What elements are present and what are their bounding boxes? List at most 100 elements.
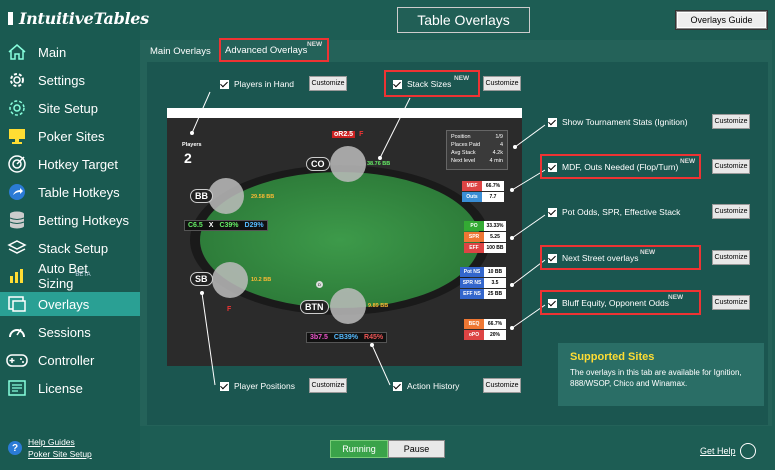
checkbox-checked-icon bbox=[548, 117, 557, 127]
sidebar-item-table-hotkeys[interactable]: Table Hotkeys bbox=[0, 180, 140, 204]
share-arrow-icon bbox=[6, 182, 28, 202]
new-badge: NEW bbox=[640, 249, 656, 256]
seat-bb bbox=[208, 178, 244, 214]
players-in-hand-checkbox[interactable]: Players in Hand bbox=[220, 79, 294, 89]
position-sb: SB bbox=[190, 272, 213, 286]
dealer-button: D bbox=[316, 281, 323, 288]
stack-bb: 29.58 BB bbox=[251, 194, 275, 200]
sidebar-item-controller[interactable]: Controller bbox=[0, 348, 140, 372]
new-badge: NEW bbox=[454, 75, 470, 82]
sidebar-item-settings[interactable]: Settings bbox=[0, 68, 140, 92]
tab-main-overlays[interactable]: Main Overlays bbox=[150, 40, 211, 62]
tournament-info-box: Position 1/9 Places Paid 4 Avg Stack 4.2k N… bbox=[446, 130, 508, 170]
sidebar-item-hotkey-target[interactable]: Hotkey Target bbox=[0, 152, 140, 176]
sidebar-item-poker-sites[interactable]: Poker Sites bbox=[0, 124, 140, 148]
checkbox-checked-icon bbox=[393, 79, 402, 89]
stack-sb: 10.2 BB bbox=[251, 277, 272, 283]
beta-badge: BETA bbox=[75, 272, 91, 278]
target-icon bbox=[6, 154, 28, 174]
supported-sites-box: Supported Sites The overlays in this tab… bbox=[558, 343, 764, 406]
sidebar-item-betting-hotkeys[interactable]: Betting Hotkeys bbox=[0, 208, 140, 232]
sidebar-item-main[interactable]: Main bbox=[0, 40, 140, 64]
pot-odds-checkbox[interactable]: Pot Odds, SPR, Effective Stack bbox=[548, 207, 680, 217]
pause-button[interactable]: Pause bbox=[388, 440, 445, 458]
next-street-badges: Pot NS 10 BB SPR NS 3.5 EFF NS 25 BB bbox=[460, 267, 506, 299]
poker-site-setup-link[interactable]: Poker Site Setup bbox=[28, 448, 92, 460]
get-help-link[interactable]: Get Help bbox=[700, 443, 756, 459]
sidebar-item-overlays[interactable]: Overlays bbox=[0, 292, 140, 316]
gamepad-icon bbox=[6, 350, 28, 370]
new-badge: NEW bbox=[680, 158, 696, 165]
pot-odds-badges: PO 33.33% SPR 5.25 EFF 100 BB bbox=[464, 221, 506, 253]
sidebar-item-site-setup[interactable]: Site Setup bbox=[0, 96, 140, 120]
checkbox-checked-icon bbox=[548, 162, 557, 172]
supported-sites-title: Supported Sites bbox=[570, 351, 655, 363]
stack-sizes-checkbox[interactable]: Stack Sizes bbox=[393, 79, 451, 89]
customize-players-in-hand-button[interactable]: Customize bbox=[309, 76, 347, 91]
customize-next-street-button[interactable]: Customize bbox=[712, 250, 750, 265]
gear-icon bbox=[6, 70, 28, 90]
next-street-checkbox[interactable]: Next Street overlays bbox=[548, 253, 639, 263]
sb-fold: F bbox=[227, 306, 232, 313]
checkbox-checked-icon bbox=[548, 298, 557, 308]
seat-co bbox=[330, 146, 366, 182]
seat-sb bbox=[212, 262, 248, 298]
bluff-equity-checkbox[interactable]: Bluff Equity, Opponent Odds bbox=[548, 298, 669, 308]
gauge-icon bbox=[6, 322, 28, 342]
new-badge: NEW bbox=[307, 41, 323, 48]
tournament-stats-checkbox[interactable]: Show Tournament Stats (Ignition) bbox=[548, 117, 688, 127]
customize-pot-odds-button[interactable]: Customize bbox=[712, 204, 750, 219]
overlays-guide-button[interactable]: Overlays Guide bbox=[675, 10, 768, 30]
checkbox-checked-icon bbox=[548, 253, 557, 263]
new-badge: NEW bbox=[668, 294, 684, 301]
players-label: Players bbox=[182, 142, 202, 148]
mdf-outs-checkbox[interactable]: MDF, Outs Needed (Flop/Turn) bbox=[548, 162, 678, 172]
home-icon bbox=[6, 42, 28, 62]
stack-co: 38.76 BB bbox=[367, 161, 391, 167]
action-history-checkbox[interactable]: Action History bbox=[393, 381, 459, 391]
position-co: CO bbox=[306, 157, 330, 171]
gear-outline-icon bbox=[6, 98, 28, 118]
player-positions-checkbox[interactable]: Player Positions bbox=[220, 381, 295, 391]
logo-text: IntuitiveTables bbox=[19, 8, 149, 28]
customize-player-positions-button[interactable]: Customize bbox=[309, 378, 347, 393]
customize-bluff-equity-button[interactable]: Customize bbox=[712, 295, 750, 310]
logo-icon bbox=[8, 11, 13, 25]
sidebar-item-auto-bet-sizing[interactable]: Auto Bet SizingBETA bbox=[0, 261, 140, 291]
checkbox-checked-icon bbox=[220, 381, 229, 391]
database-icon bbox=[6, 210, 28, 230]
co-fold: F bbox=[359, 131, 364, 138]
bluff-equity-badges: BEQ 66.7% oPO 20% bbox=[464, 319, 506, 340]
position-bb: BB bbox=[190, 189, 213, 203]
customize-tournament-stats-button[interactable]: Customize bbox=[712, 114, 750, 129]
help-lifebuoy-icon bbox=[739, 443, 756, 459]
position-btn: BTN bbox=[300, 300, 329, 314]
help-question-icon: ? bbox=[8, 441, 22, 455]
bar-chart-icon bbox=[6, 266, 28, 286]
checkbox-checked-icon bbox=[548, 207, 557, 217]
stack-btn: 9.89 BB bbox=[368, 303, 389, 309]
customize-action-history-button[interactable]: Customize bbox=[483, 378, 521, 393]
layers-icon bbox=[6, 238, 28, 258]
sidebar-item-license[interactable]: License bbox=[0, 376, 140, 400]
sidebar-item-sessions[interactable]: Sessions bbox=[0, 320, 140, 344]
customize-stack-sizes-button[interactable]: Customize bbox=[483, 76, 521, 91]
license-card-icon bbox=[6, 378, 28, 398]
help-links: ? Help Guides Poker Site Setup bbox=[8, 436, 92, 460]
sidebar-item-stack-setup[interactable]: Stack Setup bbox=[0, 236, 140, 260]
checkbox-checked-icon bbox=[393, 381, 402, 391]
monitor-icon bbox=[6, 126, 28, 146]
tab-advanced-label: Advanced Overlays bbox=[225, 44, 308, 56]
mdf-badges: MDF 66.7% Outs 7.7 bbox=[462, 181, 504, 202]
app-logo: IntuitiveTables bbox=[8, 6, 149, 30]
running-button[interactable]: Running bbox=[330, 440, 388, 458]
sidebar: IntuitiveTables Main Settings Site Setup… bbox=[0, 0, 149, 470]
overlay-window-icon bbox=[6, 294, 28, 314]
tab-advanced-overlays[interactable]: Advanced Overlays NEW bbox=[219, 38, 329, 62]
bb-stats: C6.5 X C39% D29% bbox=[184, 220, 268, 231]
supported-sites-text: The overlays in this tab are available f… bbox=[570, 368, 742, 388]
co-action: oR2.5 bbox=[332, 131, 356, 138]
help-guides-link[interactable]: Help Guides bbox=[28, 436, 92, 448]
customize-mdf-outs-button[interactable]: Customize bbox=[712, 159, 750, 174]
btn-stats: 3b7.5 CB39% R45% bbox=[306, 332, 388, 343]
